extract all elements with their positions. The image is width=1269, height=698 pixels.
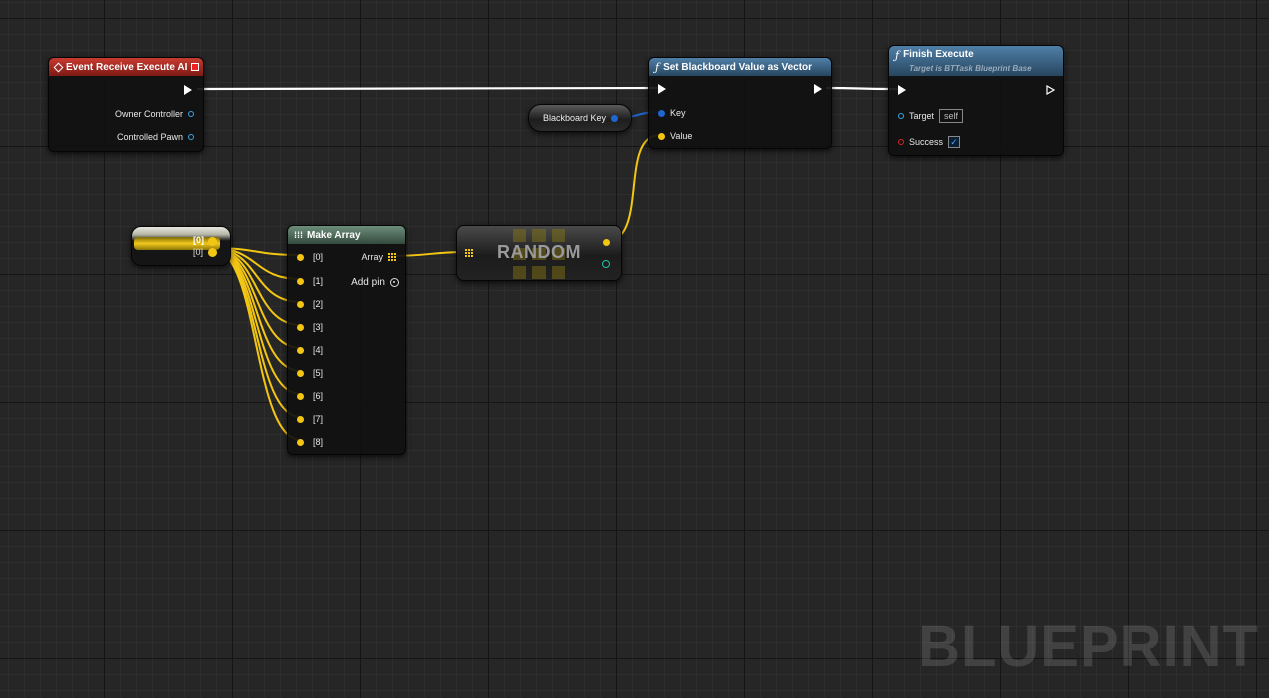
array-literal-node[interactable]: [0] [0] <box>131 226 231 266</box>
plus-circle-icon <box>390 278 399 287</box>
function-icon: ƒ <box>895 49 900 62</box>
node-title: Finish Execute <box>903 49 974 60</box>
random-label: RANDOM <box>497 242 581 262</box>
array-input-pin[interactable]: [3] <box>297 322 323 332</box>
vector-pin-icon[interactable] <box>208 237 217 246</box>
vector-pin-icon <box>297 392 304 400</box>
vector-pin-icon <box>297 369 304 377</box>
owner-controller-pin[interactable]: Owner Controller <box>115 109 194 119</box>
array-input-pin[interactable]: [6] <box>297 391 323 401</box>
element-label: [0] <box>193 235 204 245</box>
add-pin-button[interactable]: Add pin <box>351 277 399 288</box>
vector-pin-icon <box>658 132 665 140</box>
node-subtitle: Target is BTTask Blueprint Base <box>909 64 1032 73</box>
event-diamond-icon <box>53 62 64 72</box>
vector-pin-icon <box>297 346 304 354</box>
exec-arrow-icon <box>898 85 906 95</box>
highlight-bar <box>134 237 220 250</box>
delegate-pin-icon[interactable] <box>191 63 199 71</box>
array-input-pin[interactable]: [0] <box>297 252 323 262</box>
object-pin-icon <box>188 134 194 140</box>
pin-label: [8] <box>313 437 324 447</box>
pin-label: Array <box>361 252 383 262</box>
make-array-node[interactable]: ⁞⁞⁞ Make Array [0] [1] [2] [3] [4] [5] [6] [7] [… <box>287 225 406 455</box>
array-out-pin[interactable]: Array <box>361 252 396 262</box>
target-self-field[interactable]: self <box>939 109 964 123</box>
pin-label: [6] <box>313 391 324 401</box>
bool-pin-icon <box>898 139 904 145</box>
exec-wire-event-to-set <box>196 86 659 91</box>
vector-pin-icon <box>297 300 304 308</box>
exec-out-pin[interactable] <box>814 84 822 94</box>
function-icon: ƒ <box>655 60 660 74</box>
pin-label: [0] <box>313 252 324 262</box>
set-blackboard-value-node[interactable]: ƒ Set Blackboard Value as Vector Key Val… <box>648 57 832 149</box>
node-header: ⁞⁞⁞ Make Array <box>288 226 405 244</box>
add-pin-label: Add pin <box>351 277 385 288</box>
element-label: [0] <box>193 247 204 257</box>
pin-label: Value <box>670 131 693 141</box>
name-pin-icon <box>658 109 665 117</box>
blackboard-key-variable-node[interactable]: Blackboard Key <box>528 104 632 132</box>
variable-label: Blackboard Key <box>543 113 607 123</box>
node-header: ƒ Set Blackboard Value as Vector <box>649 58 831 76</box>
pin-label: [4] <box>313 345 324 355</box>
pin-label: Controlled Pawn <box>116 132 183 142</box>
event-receive-execute-ai-node[interactable]: Event Receive Execute AI Owner Controlle… <box>48 57 204 152</box>
pin-label: Owner Controller <box>114 109 183 119</box>
array-input-pin[interactable]: [7] <box>297 414 323 424</box>
array-input-pin[interactable]: [5] <box>297 368 323 378</box>
value-pin[interactable]: Value <box>658 131 692 141</box>
array-input-pin[interactable]: [1] <box>297 276 323 286</box>
vector-pin-icon <box>297 253 304 261</box>
stream-pin-icon[interactable] <box>602 260 610 268</box>
array-pin-icon <box>388 253 396 261</box>
exec-in-pin[interactable] <box>658 84 666 94</box>
exec-arrow-outline-icon <box>1046 85 1055 95</box>
vector-pin-icon <box>297 277 304 285</box>
make-array-icon: ⁞⁞⁞ <box>294 230 303 240</box>
exec-arrow-icon <box>184 85 192 95</box>
node-title: Make Array <box>307 229 361 241</box>
object-pin-icon <box>898 113 904 119</box>
target-pin[interactable]: Target self <box>898 109 964 123</box>
node-title: Event Receive Execute AI <box>66 61 188 73</box>
exec-arrow-icon <box>658 84 666 94</box>
pin-label: Key <box>670 108 686 118</box>
random-node[interactable]: RANDOM <box>456 225 622 281</box>
array-input-pin[interactable]: [8] <box>297 437 323 447</box>
node-header: ƒ Finish Execute Target is BTTask Bluepr… <box>889 46 1063 76</box>
pin-label: [5] <box>313 368 324 378</box>
exec-out-pin[interactable] <box>1046 85 1055 95</box>
array-input-pin[interactable]: [4] <box>297 345 323 355</box>
pin-label: Success <box>909 137 944 147</box>
exec-in-pin[interactable] <box>898 85 906 95</box>
vector-pin-icon <box>297 438 304 446</box>
vector-pin-icon <box>297 415 304 423</box>
key-pin[interactable]: Key <box>658 108 686 118</box>
controlled-pawn-pin[interactable]: Controlled Pawn <box>117 132 194 142</box>
vector-pin-icon[interactable] <box>208 248 217 257</box>
pin-label: [3] <box>313 322 324 332</box>
exec-arrow-icon <box>814 84 822 94</box>
success-pin[interactable]: Success ✓ <box>898 136 961 148</box>
name-pin-icon[interactable] <box>611 115 618 122</box>
object-pin-icon <box>188 111 194 117</box>
pin-label: [1] <box>313 276 324 286</box>
pin-label: [2] <box>313 299 324 309</box>
pin-label: [7] <box>313 414 324 424</box>
finish-execute-node[interactable]: ƒ Finish Execute Target is BTTask Bluepr… <box>888 45 1064 156</box>
blueprint-watermark: BLUEPRINT <box>918 614 1259 679</box>
pin-label: Target <box>909 111 935 121</box>
node-header: Event Receive Execute AI <box>49 58 203 76</box>
array-input-pin[interactable]: [2] <box>297 299 323 309</box>
exec-out-pin[interactable] <box>184 85 192 95</box>
node-title: Set Blackboard Value as Vector <box>663 61 813 73</box>
array-pin-icon[interactable] <box>465 249 473 257</box>
success-checkbox[interactable]: ✓ <box>948 136 961 148</box>
vector-pin-icon[interactable] <box>603 239 610 246</box>
vector-pin-icon <box>297 323 304 331</box>
